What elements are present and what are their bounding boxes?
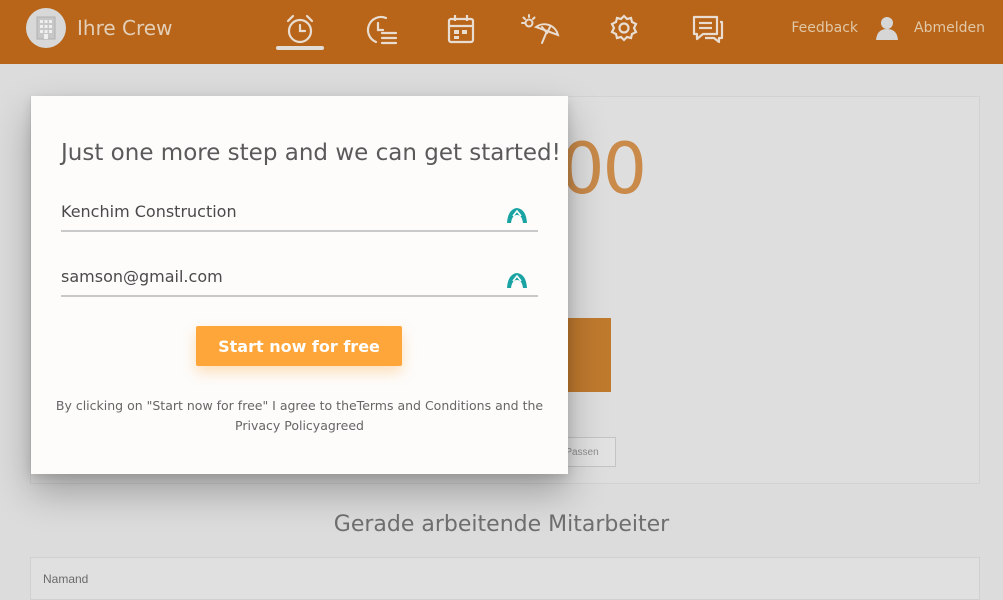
chat-icon[interactable] [688,9,728,49]
employees-table: Namand [30,557,980,600]
autofill-icon[interactable] [506,271,528,289]
section-title: Gerade arbeitende Mitarbeiter [333,512,670,537]
user-area: Feedback Abmelden [791,0,985,56]
start-free-button[interactable]: Start now for free [196,326,402,366]
email-input[interactable] [61,261,501,291]
top-navbar: Ihre Crew Feedback Abmelden [0,0,1003,64]
company-field [61,196,538,232]
logout-link[interactable]: Abmelden [914,20,985,36]
background-counter: 00 [560,128,647,210]
calendar-icon[interactable] [441,9,481,49]
legal-text-line1: By clicking on "Start now for free" I ag… [55,398,544,413]
autofill-icon[interactable] [506,206,528,224]
user-avatar-icon[interactable] [876,16,899,40]
legal-notice: By clicking on "Start now for free" I ag… [55,396,544,436]
feedback-link[interactable]: Feedback [791,20,858,36]
company-input[interactable] [61,196,501,226]
brand[interactable]: Ihre Crew [26,8,172,48]
active-tab-indicator [276,46,324,50]
table-header-name: Namand [43,572,89,586]
modal-title: Just one more step and we can get starte… [61,140,561,166]
email-field [61,261,538,297]
app-name: Ihre Crew [77,16,173,40]
legal-text-line2: Privacy Policyagreed [235,418,364,433]
onboarding-modal: Just one more step and we can get starte… [31,96,568,474]
alarm-clock-icon[interactable] [280,9,320,49]
history-clock-icon[interactable] [360,9,400,49]
vacation-umbrella-icon[interactable] [520,9,560,49]
gear-icon[interactable] [604,9,644,49]
building-icon [26,8,66,48]
